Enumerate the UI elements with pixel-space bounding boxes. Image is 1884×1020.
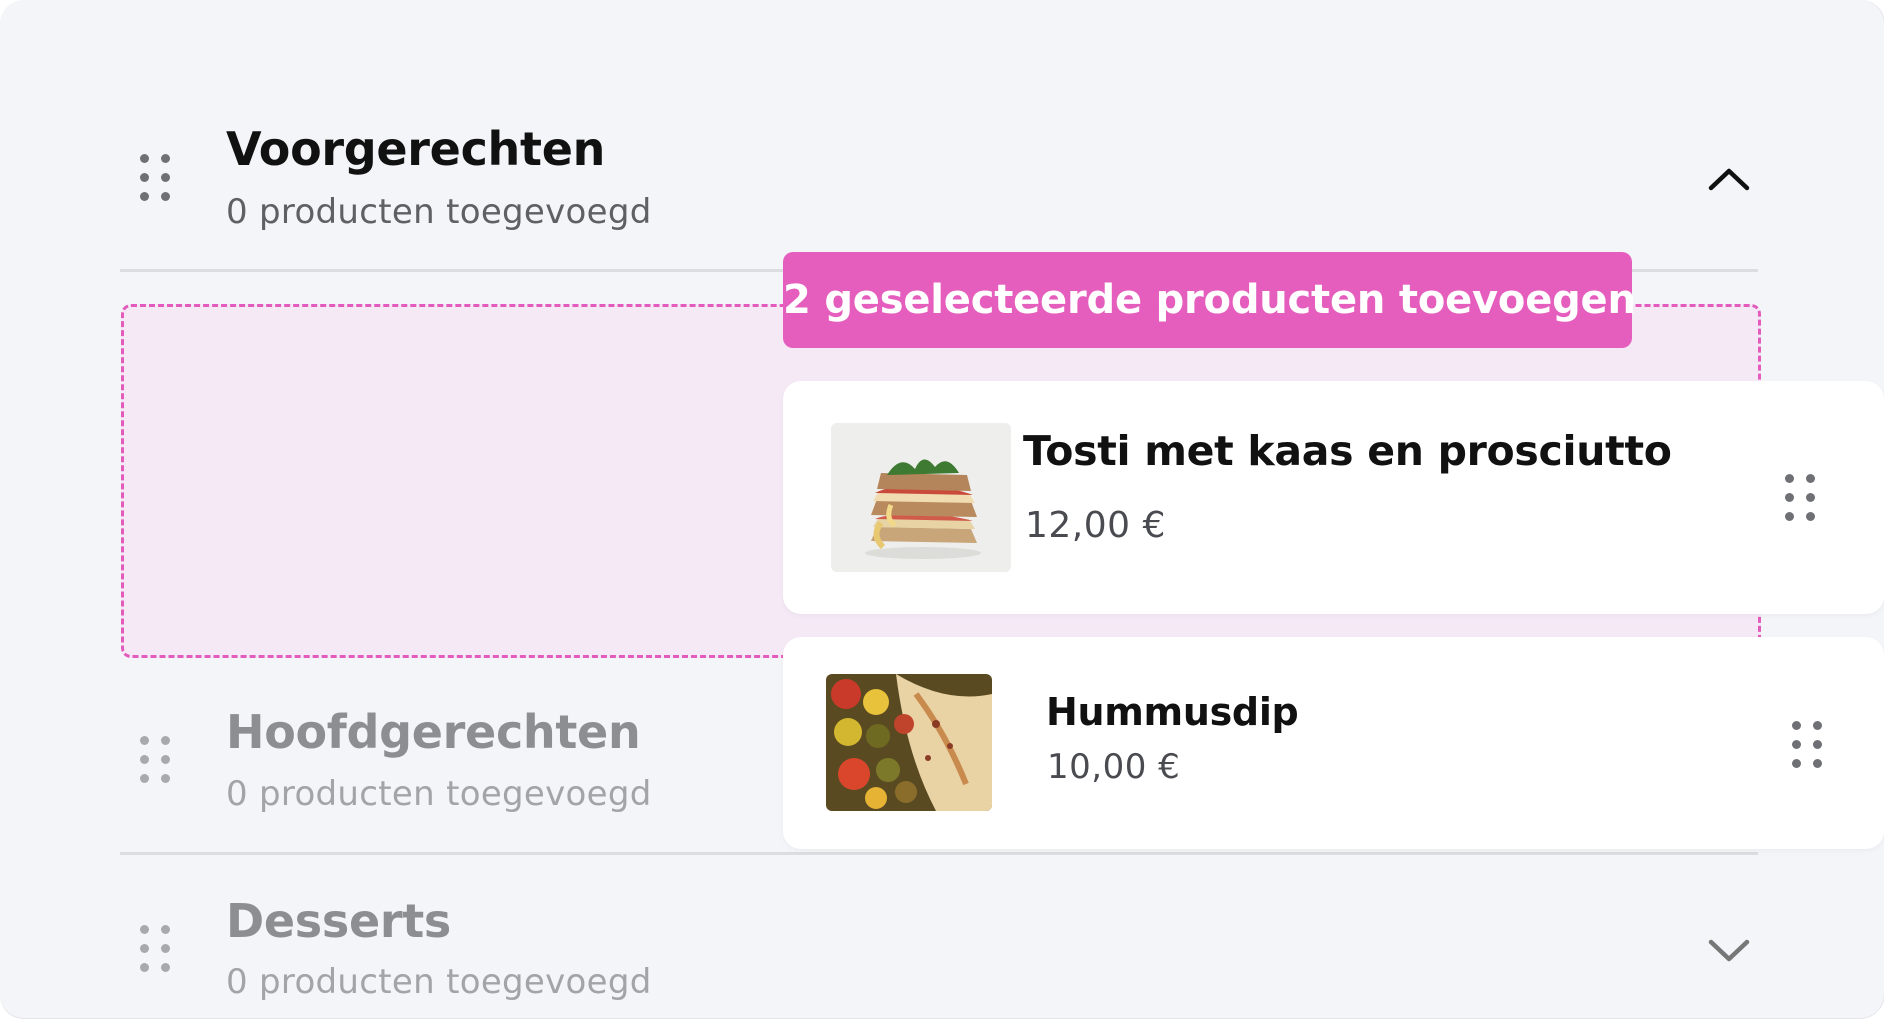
- grip-dot: [140, 154, 149, 163]
- grip-dot: [161, 154, 170, 163]
- drag-handle-icon[interactable]: [1785, 474, 1815, 521]
- grip-dot: [140, 173, 149, 182]
- grip-dot: [140, 925, 149, 934]
- drag-handle-icon[interactable]: [140, 925, 170, 972]
- grip-dot: [161, 944, 170, 953]
- hummus-photo: [826, 674, 992, 811]
- grip-dot: [140, 755, 149, 764]
- sandwich-photo: [831, 423, 1011, 572]
- grip-dot: [1813, 759, 1822, 768]
- grip-dot: [1785, 512, 1794, 521]
- grip-dot: [161, 736, 170, 745]
- grip-dot: [1813, 740, 1822, 749]
- grip-dot: [161, 774, 170, 783]
- grip-dot: [1806, 512, 1815, 521]
- grip-dot: [1785, 493, 1794, 502]
- drag-handle-icon[interactable]: [140, 736, 170, 783]
- grip-dot: [1806, 474, 1815, 483]
- grip-dot: [140, 963, 149, 972]
- chevron-up-icon[interactable]: [1705, 164, 1753, 194]
- category-product-count: 0 producten toegevoegd: [226, 962, 652, 1002]
- category-title: Hoofdgerechten: [226, 705, 641, 759]
- grip-dot: [161, 755, 170, 764]
- add-selected-products-button[interactable]: 2 geselecteerde producten toevoegen: [783, 252, 1636, 348]
- product-card[interactable]: Hummusdip 10,00 €: [783, 637, 1884, 849]
- grip-dot: [1813, 721, 1822, 730]
- grip-dot: [161, 963, 170, 972]
- chevron-down-icon[interactable]: [1705, 935, 1753, 965]
- product-price: 10,00 €: [1047, 747, 1181, 787]
- grip-dot: [161, 192, 170, 201]
- category-title: Desserts: [226, 894, 451, 948]
- grip-dot: [1785, 474, 1794, 483]
- divider: [120, 852, 1758, 855]
- product-name: Tosti met kaas en prosciutto: [1023, 427, 1672, 475]
- grip-dot: [1792, 721, 1801, 730]
- grip-dot: [161, 925, 170, 934]
- menu-categories-panel: Voorgerechten 0 producten toegevoegd Hoo…: [0, 0, 1884, 1018]
- grip-dot: [161, 173, 170, 182]
- product-name: Hummusdip: [1046, 690, 1299, 734]
- grip-dot: [1806, 493, 1815, 502]
- grip-dot: [140, 944, 149, 953]
- drag-handle-icon[interactable]: [140, 154, 170, 201]
- grip-dot: [140, 192, 149, 201]
- category-title: Voorgerechten: [226, 122, 606, 176]
- category-product-count: 0 producten toegevoegd: [226, 774, 652, 814]
- product-card[interactable]: Tosti met kaas en prosciutto 12,00 €: [783, 381, 1884, 614]
- category-product-count: 0 producten toegevoegd: [226, 192, 652, 232]
- grip-dot: [140, 774, 149, 783]
- grip-dot: [1792, 740, 1801, 749]
- grip-dot: [140, 736, 149, 745]
- drag-handle-icon[interactable]: [1792, 721, 1822, 768]
- grip-dot: [1792, 759, 1801, 768]
- product-price: 12,00 €: [1025, 505, 1166, 546]
